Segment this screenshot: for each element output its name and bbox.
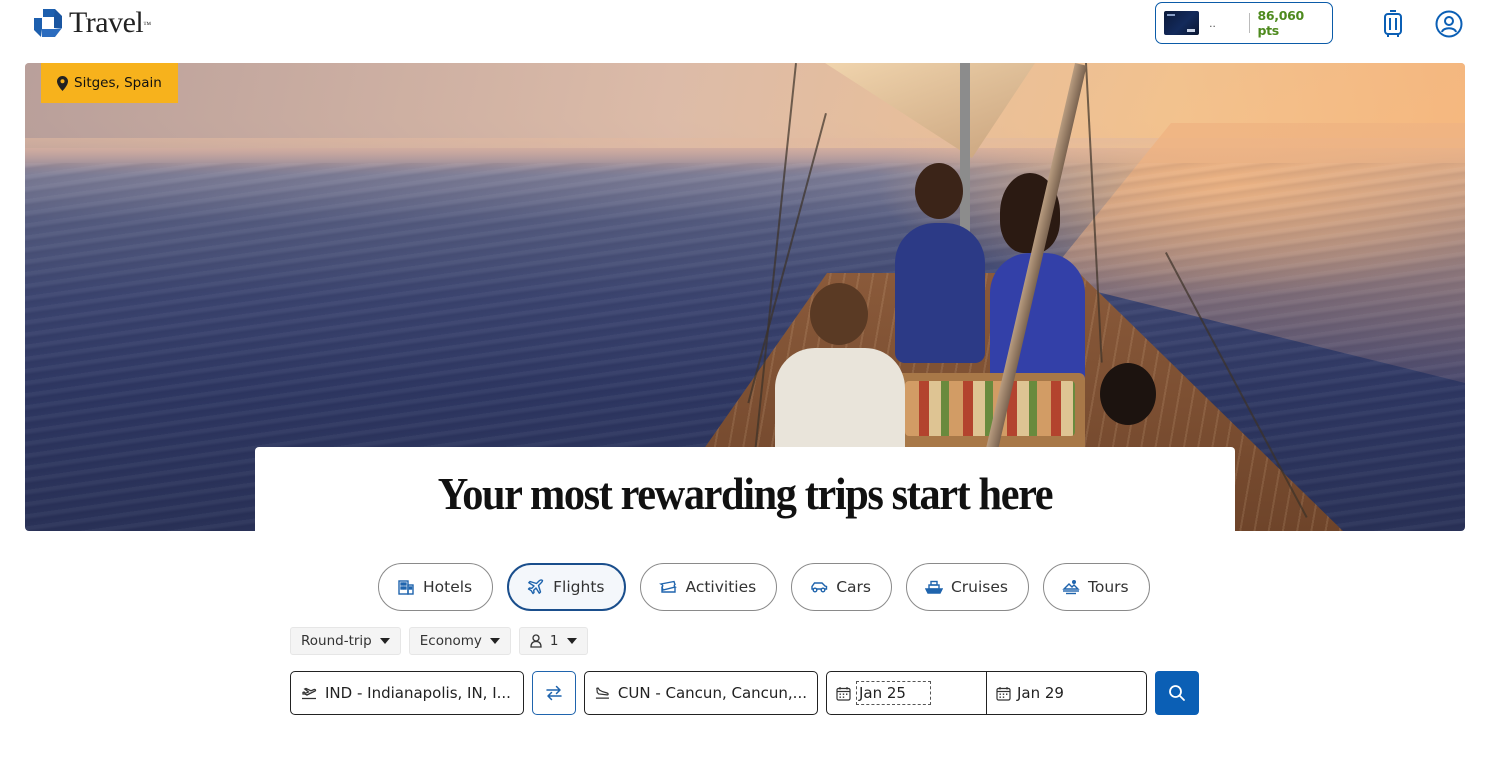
hotel-icon	[397, 578, 415, 596]
origin-input[interactable]: IND - Indianapolis, IN, I...	[290, 671, 524, 715]
rewards-points-selector[interactable]: .. 86,060 pts	[1155, 2, 1333, 44]
ticket-icon	[659, 578, 678, 596]
destination-input[interactable]: CUN - Cancun, Cancun,...	[584, 671, 818, 715]
tour-icon	[1062, 578, 1080, 596]
location-name: Sitges, Spain	[74, 75, 162, 91]
takeoff-icon	[302, 687, 317, 700]
airplane-icon	[527, 578, 545, 596]
tab-label: Cars	[836, 578, 871, 596]
return-date-value: Jan 29	[1017, 684, 1064, 702]
depart-date-input[interactable]: Jan 25	[827, 672, 986, 714]
tab-label: Hotels	[423, 578, 473, 596]
cabin-class-dropdown[interactable]: Economy	[408, 627, 511, 655]
origin-value: IND - Indianapolis, IN, I...	[325, 684, 511, 702]
top-header: Travel™ .. 86,060 pts	[0, 0, 1490, 50]
tab-flights[interactable]: Flights	[507, 563, 627, 611]
tab-label: Cruises	[950, 578, 1008, 596]
caret-down-icon	[489, 638, 500, 644]
tab-tours[interactable]: Tours	[1043, 563, 1150, 611]
account-button[interactable]	[1434, 9, 1464, 39]
return-date-input[interactable]: Jan 29	[986, 672, 1146, 714]
calendar-icon	[996, 686, 1011, 701]
map-pin-icon	[57, 75, 68, 91]
credit-card-image	[1164, 11, 1200, 35]
travelers-count: 1	[549, 633, 559, 649]
chase-octagon-icon	[34, 9, 62, 37]
car-icon	[810, 578, 828, 596]
tab-hotels[interactable]: Hotels	[378, 563, 494, 611]
product-tabs: Hotels Flights Activities Cars Cruises T…	[378, 563, 1150, 611]
landing-icon	[595, 687, 609, 699]
headline-card: Your most rewarding trips start here	[255, 447, 1235, 531]
swap-locations-button[interactable]	[532, 671, 576, 715]
luggage-icon	[1384, 10, 1402, 37]
person-icon	[530, 634, 542, 648]
tab-label: Flights	[553, 578, 605, 596]
caret-down-icon	[566, 638, 577, 644]
tab-cruises[interactable]: Cruises	[905, 563, 1029, 611]
ship-icon	[924, 578, 943, 596]
calendar-icon	[836, 686, 851, 701]
points-balance: 86,060 pts	[1257, 8, 1304, 38]
destination-value: CUN - Cancun, Cancun,...	[617, 684, 807, 702]
page-headline: Your most rewarding trips start here	[437, 467, 1054, 519]
people-on-boat	[745, 163, 1165, 483]
tab-label: Tours	[1088, 578, 1129, 596]
search-options: Round-trip Economy 1	[290, 627, 588, 655]
location-badge: Sitges, Spain	[41, 63, 178, 103]
trips-button[interactable]	[1378, 9, 1408, 39]
trip-type-value: Round-trip	[301, 633, 372, 649]
brand-name: Travel™	[69, 6, 151, 39]
divider	[1248, 13, 1250, 33]
date-range-picker: Jan 25 Jan 29	[826, 671, 1147, 715]
swap-arrows-icon	[546, 685, 562, 701]
account-icon	[1435, 10, 1463, 38]
caret-down-icon	[379, 638, 390, 644]
travelers-dropdown[interactable]: 1	[518, 627, 588, 655]
trip-type-dropdown[interactable]: Round-trip	[290, 627, 401, 655]
search-icon	[1169, 685, 1185, 701]
tab-cars[interactable]: Cars	[791, 563, 892, 611]
cabin-class-value: Economy	[419, 633, 482, 649]
card-masked-number: ..	[1209, 16, 1216, 30]
chase-travel-logo[interactable]: Travel™	[33, 8, 151, 38]
tab-activities[interactable]: Activities	[640, 563, 778, 611]
depart-date-value: Jan 25	[856, 681, 931, 705]
search-button[interactable]	[1155, 671, 1199, 715]
tab-label: Activities	[685, 578, 757, 596]
